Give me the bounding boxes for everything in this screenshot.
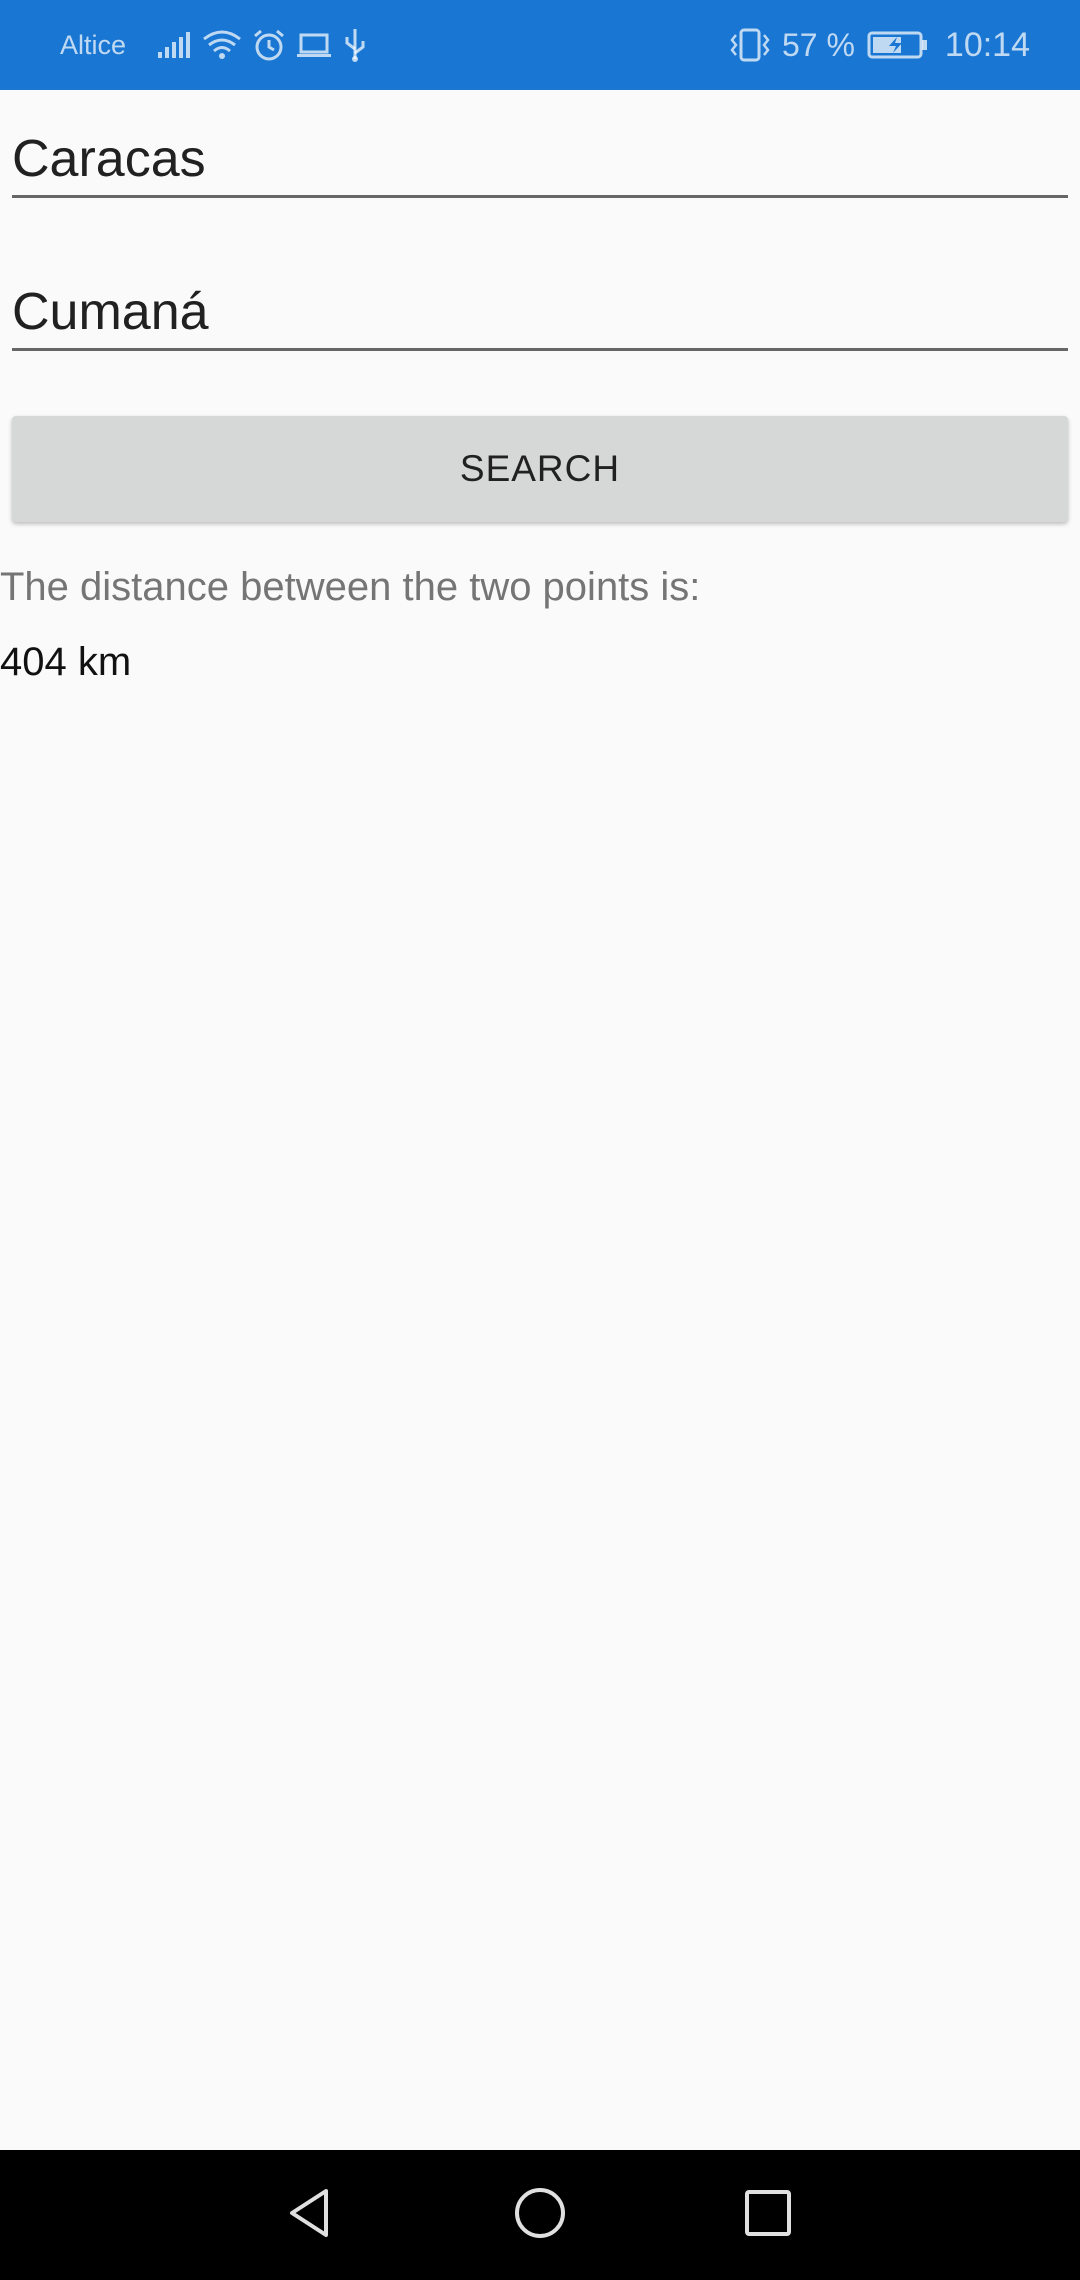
vibrate-icon: [728, 27, 782, 63]
home-icon: [512, 2185, 568, 2246]
battery-percent: 57 %: [781, 26, 855, 63]
carrier-name: Altice: [60, 29, 127, 60]
search-button[interactable]: SEARCH: [12, 416, 1068, 522]
status-left: Altice: [60, 0, 378, 90]
signal-icon: [156, 30, 202, 60]
destination-input[interactable]: Cumaná: [12, 273, 1068, 351]
back-icon: [282, 2185, 338, 2246]
result-label: The distance between the two points is:: [0, 565, 701, 609]
recent-apps-icon: [742, 2187, 794, 2244]
status-bar: Altice 57 % 10:14: [0, 0, 1080, 90]
laptop-icon: [296, 30, 342, 60]
alarm-icon: [252, 28, 296, 62]
usb-icon: [342, 27, 378, 63]
status-right: 57 % 10:14: [728, 0, 1030, 90]
home-button[interactable]: [480, 2150, 600, 2280]
clock: 10:14: [944, 25, 1030, 64]
wifi-icon: [202, 29, 252, 61]
origin-input[interactable]: Caracas: [12, 120, 1068, 198]
navigation-bar: [0, 2150, 1080, 2280]
back-button[interactable]: [250, 2150, 370, 2280]
recent-apps-button[interactable]: [708, 2150, 828, 2280]
distance-value: 404 km: [0, 640, 132, 684]
battery-charging-icon: [867, 30, 939, 60]
